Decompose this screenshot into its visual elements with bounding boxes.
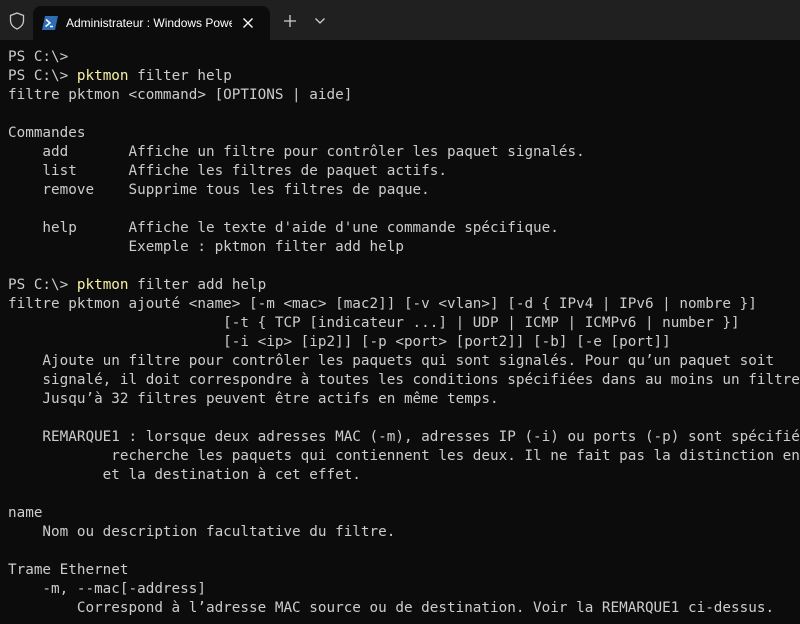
terminal-line: PS C:\> bbox=[8, 48, 800, 67]
line-text: filtre pktmon ajouté <name> [-m <mac> [m… bbox=[8, 296, 757, 312]
terminal-line: PS C:\> pktmon filter add help bbox=[8, 276, 800, 295]
line-text: PS C:\> bbox=[8, 49, 77, 65]
line-text: et la destination à cet effet. bbox=[8, 467, 361, 483]
close-icon[interactable] bbox=[240, 15, 256, 31]
line-text: Commandes bbox=[8, 125, 86, 141]
title-bar: Administrateur : Windows PowerShell bbox=[0, 0, 800, 40]
line-text: add Affiche un filtre pour contrôler les… bbox=[8, 144, 585, 160]
line-text: name bbox=[8, 505, 43, 521]
terminal-line: Correspond à l’adresse MAC source ou de … bbox=[8, 599, 800, 618]
terminal-line: filtre pktmon ajouté <name> [-m <mac> [m… bbox=[8, 295, 800, 314]
line-text: list Affiche les filtres de paquet actif… bbox=[8, 163, 447, 179]
terminal-line: Commandes bbox=[8, 124, 800, 143]
terminal-line: Nom ou description facultative du filtre… bbox=[8, 523, 800, 542]
line-text: Correspond à l’adresse MAC source ou de … bbox=[8, 600, 775, 616]
terminal-line: remove Supprime tous les filtres de paqu… bbox=[8, 181, 800, 200]
line-text: [-t { TCP [indicateur ...] | UDP | ICMP … bbox=[8, 315, 740, 331]
shield-icon bbox=[9, 12, 25, 30]
terminal-line: recherche les paquets qui contiennent le… bbox=[8, 447, 800, 466]
terminal-line: Exemple : pktmon filter add help bbox=[8, 238, 800, 257]
command-name: pktmon bbox=[76, 68, 129, 84]
terminal-line: list Affiche les filtres de paquet actif… bbox=[8, 162, 800, 181]
terminal-line: name bbox=[8, 504, 800, 523]
terminal-line: add Affiche un filtre pour contrôler les… bbox=[8, 143, 800, 162]
powershell-icon bbox=[42, 16, 58, 30]
line-text: filtre pktmon <command> [OPTIONS | aide] bbox=[8, 87, 353, 103]
terminal-line: REMARQUE1 : lorsque deux adresses MAC (-… bbox=[8, 428, 800, 447]
line-text: signalé, il doit correspondre à toutes l… bbox=[8, 372, 800, 388]
line-text: Nom ou description facultative du filtre… bbox=[8, 524, 396, 540]
terminal-line: [-i <ip> [ip2]] [-p <port> [port2]] [-b]… bbox=[8, 333, 800, 352]
terminal-line: [-t { TCP [indicateur ...] | UDP | ICMP … bbox=[8, 314, 800, 333]
command-args: filter add help bbox=[128, 277, 267, 293]
terminal-line: PS C:\> pktmon filter help bbox=[8, 67, 800, 86]
terminal-line: signalé, il doit correspondre à toutes l… bbox=[8, 371, 800, 390]
line-text: -m, --mac[-address] bbox=[8, 581, 206, 597]
plus-icon[interactable] bbox=[283, 14, 297, 28]
terminal-window: Administrateur : Windows PowerShell PS C… bbox=[0, 0, 800, 624]
line-text: REMARQUE1 : lorsque deux adresses MAC (-… bbox=[8, 429, 800, 445]
line-text: help Affiche le texte d'aide d'une comma… bbox=[8, 220, 559, 236]
terminal-line: Trame Ethernet bbox=[8, 561, 800, 580]
command-args: filter help bbox=[128, 68, 232, 84]
line-text: [-i <ip> [ip2]] [-p <port> [port2]] [-b]… bbox=[8, 334, 671, 350]
line-text: Exemple : pktmon filter add help bbox=[8, 239, 404, 255]
terminal-line: Ajoute un filtre pour contrôler les paqu… bbox=[8, 352, 800, 371]
terminal-line: et la destination à cet effet. bbox=[8, 466, 800, 485]
line-text: Trame Ethernet bbox=[8, 562, 129, 578]
line-text: recherche les paquets qui contiennent le… bbox=[8, 448, 800, 464]
line-text: PS C:\> bbox=[8, 277, 77, 293]
terminal-line: help Affiche le texte d'aide d'une comma… bbox=[8, 219, 800, 238]
line-text: PS C:\> bbox=[8, 68, 77, 84]
line-text: Ajoute un filtre pour contrôler les paqu… bbox=[8, 353, 775, 369]
tab-powershell[interactable]: Administrateur : Windows PowerShell bbox=[33, 6, 270, 40]
terminal-output[interactable]: PS C:\> PS C:\> pktmon filter help filtre… bbox=[0, 40, 800, 624]
terminal-line: -m, --mac[-address] bbox=[8, 580, 800, 599]
line-text: remove Supprime tous les filtres de paqu… bbox=[8, 182, 430, 198]
chevron-down-icon[interactable] bbox=[314, 17, 326, 25]
line-text: Jusqu’à 32 filtres peuvent être actifs e… bbox=[8, 391, 499, 407]
terminal-line: filtre pktmon <command> [OPTIONS | aide] bbox=[8, 86, 800, 105]
command-name: pktmon bbox=[76, 277, 129, 293]
terminal-line: Jusqu’à 32 filtres peuvent être actifs e… bbox=[8, 390, 800, 409]
tab-title: Administrateur : Windows PowerShell bbox=[66, 16, 232, 30]
